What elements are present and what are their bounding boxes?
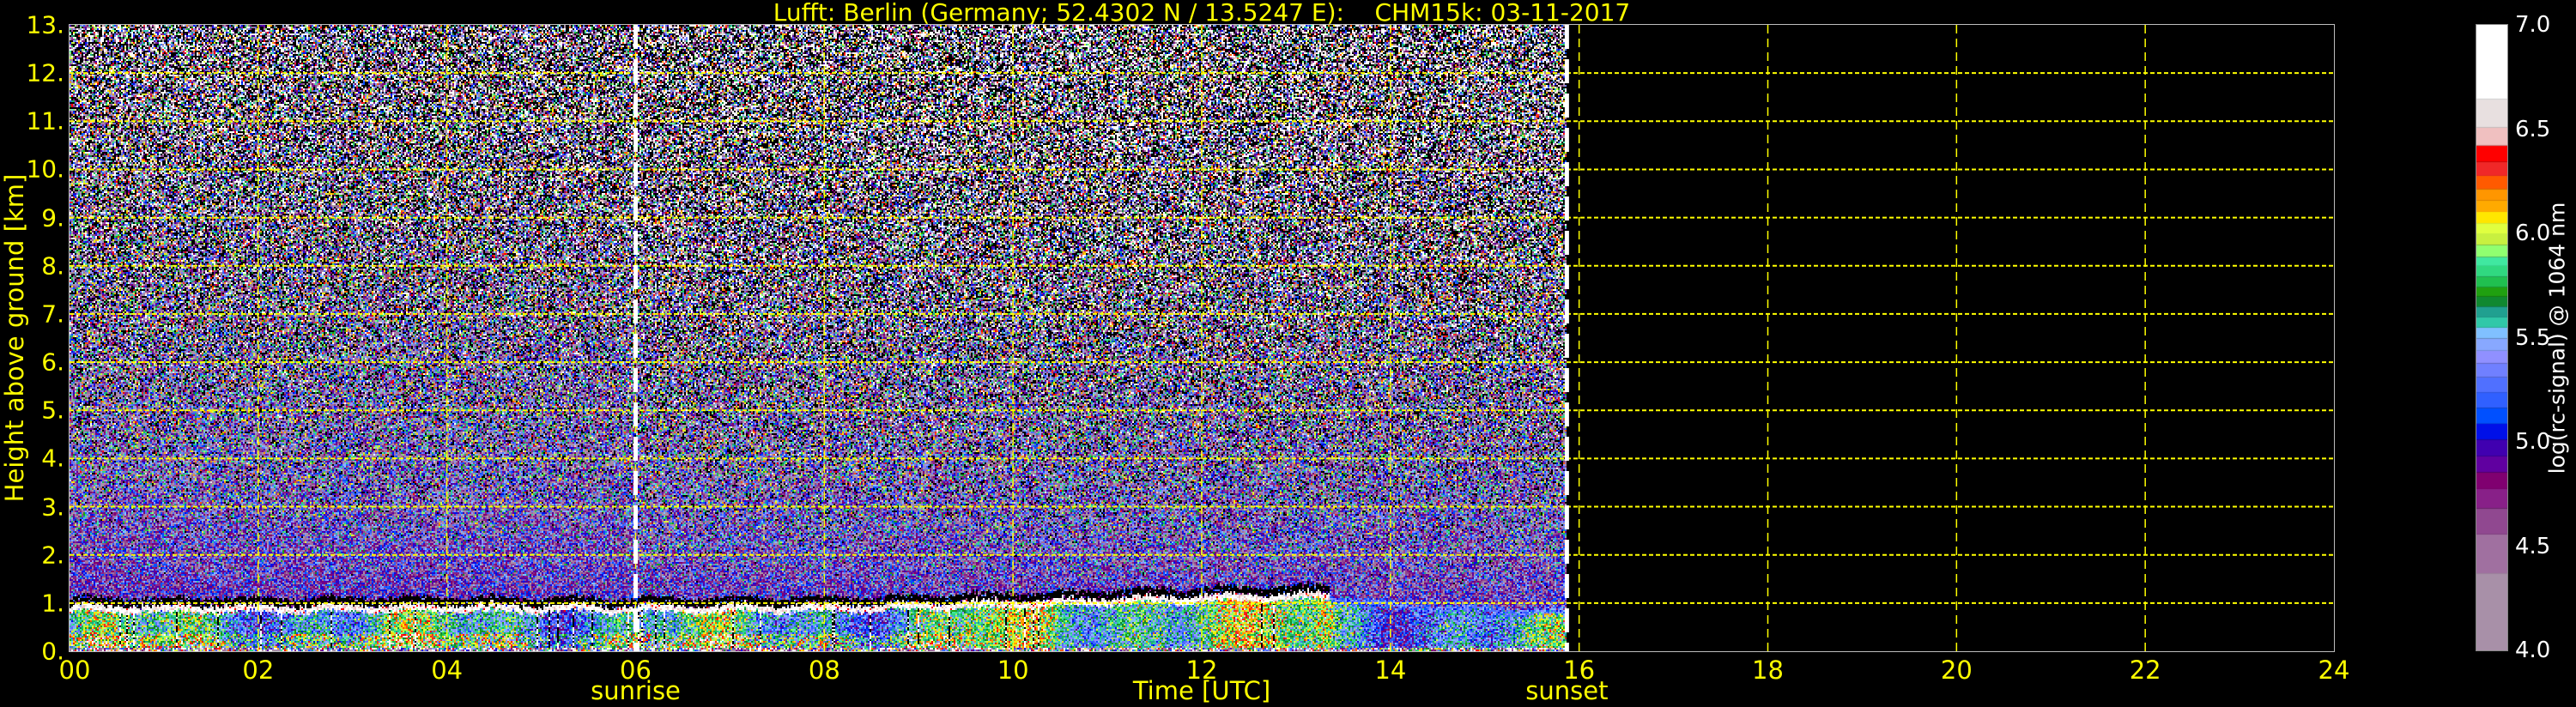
y-tick-label: 12.: [26, 58, 64, 88]
y-axis-label: Height above ground [km]: [0, 173, 29, 503]
y-tick-label: 7.: [41, 299, 64, 329]
x-tick-label: 10: [997, 656, 1029, 685]
x-tick-label: 22: [2129, 656, 2161, 685]
x-tick-label: 04: [431, 656, 464, 685]
y-tick-label: 5.: [41, 396, 64, 425]
y-tick-label: 2.: [41, 541, 64, 570]
colorbar-tick-label: 4.0: [2515, 638, 2551, 663]
plot-area: [69, 24, 2335, 652]
y-tick-label: 3.: [41, 492, 64, 522]
x-tick-label: 08: [808, 656, 840, 685]
y-tick-label: 11.: [26, 106, 64, 136]
x-axis-label: Time [UTC]: [1132, 676, 1271, 705]
colorbar-label: log(rc-signal) @ 1064 nm: [2544, 202, 2570, 474]
colorbar: [2476, 24, 2508, 651]
y-tick-label: 9.: [41, 203, 64, 233]
colorbar-tick-label: 4.5: [2515, 533, 2551, 559]
sunrise-label: sunrise: [591, 676, 681, 705]
grid-overlay: [70, 25, 2334, 651]
x-tick-label: 02: [242, 656, 275, 685]
colorbar-tick-label: 7.0: [2515, 12, 2551, 38]
y-tick-label: 1.: [41, 589, 64, 618]
y-tick-label: 13.: [26, 10, 64, 39]
x-tick-label: 14: [1374, 656, 1407, 685]
y-tick-label: 10.: [26, 154, 64, 184]
y-tick-label: 4.: [41, 444, 64, 473]
x-tick-label: 24: [2318, 656, 2350, 685]
colorbar-tick-label: 6.5: [2515, 116, 2551, 142]
chart-title: Lufft: Berlin (Germany; 52.4302 N / 13.5…: [773, 0, 1631, 27]
x-tick-label: 18: [1752, 656, 1784, 685]
x-tick-label: 20: [1940, 656, 1973, 685]
sunset-label: sunset: [1525, 676, 1609, 705]
y-tick-label: 6.: [41, 347, 64, 377]
y-tick-label: 8.: [41, 251, 64, 281]
y-tick-label: 0.: [41, 637, 64, 666]
